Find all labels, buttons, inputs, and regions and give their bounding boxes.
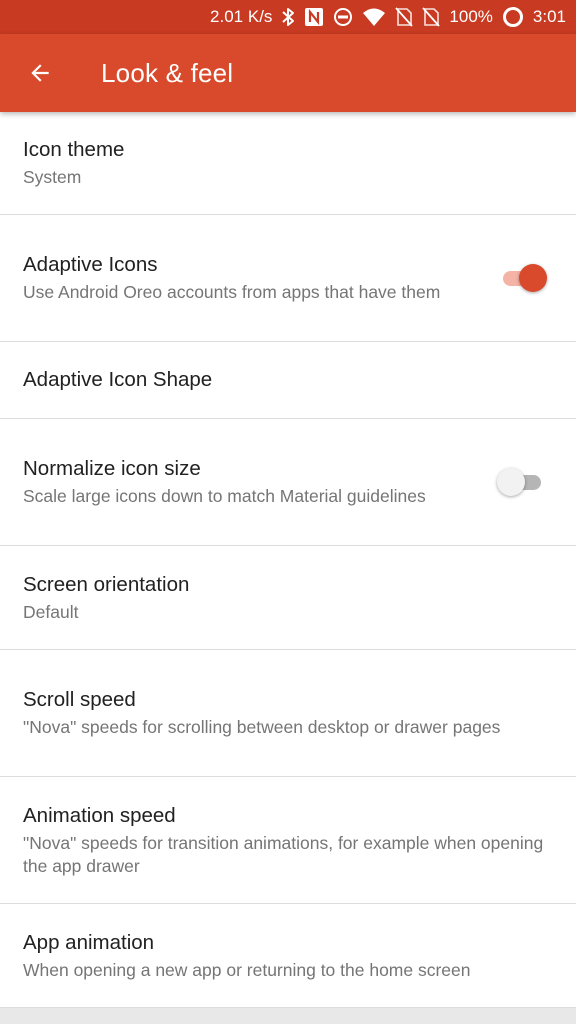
setting-title: Animation speed — [23, 803, 176, 827]
switch-thumb — [497, 468, 525, 496]
setting-title: Adaptive Icon Shape — [23, 368, 213, 391]
wifi-icon — [362, 0, 386, 34]
setting-adaptive-icon-shape[interactable]: Adaptive Icon Shape — [0, 342, 576, 419]
setting-scroll-speed[interactable]: Scroll speed "Nova" speeds for scrolling… — [0, 650, 576, 777]
battery-level: 100% — [449, 7, 493, 26]
page-title: Look & feel — [101, 57, 234, 88]
network-speed: 2.01 K/s — [210, 7, 273, 26]
setting-screen-orientation[interactable]: Screen orientation Default — [0, 546, 576, 650]
setting-title: Adaptive Icons — [23, 253, 158, 276]
setting-normalize-icon-size[interactable]: Normalize icon size Scale large icons do… — [0, 419, 576, 546]
setting-title: Normalize icon size — [23, 457, 201, 480]
settings-list: Icon theme System Adaptive Icons Use And… — [0, 112, 576, 1008]
setting-summary: System — [23, 167, 82, 187]
setting-adaptive-icons[interactable]: Adaptive Icons Use Android Oreo accounts… — [0, 215, 576, 342]
setting-title: Screen orientation — [23, 572, 190, 596]
setting-summary: Default — [23, 601, 79, 622]
adaptive-icons-toggle[interactable] — [497, 264, 547, 292]
clock: 3:01 — [532, 7, 566, 26]
setting-title: Scroll speed — [23, 688, 136, 711]
setting-summary: "Nova" speeds for transition animations,… — [23, 832, 544, 876]
setting-summary: Use Android Oreo accounts from apps that… — [23, 282, 441, 302]
status-bar: 2.01 K/s 100% 3:01 — [0, 0, 576, 34]
battery-icon — [502, 0, 524, 34]
no-sim-icon — [422, 0, 441, 34]
bluetooth-icon — [281, 0, 295, 34]
setting-icon-theme[interactable]: Icon theme System — [0, 112, 576, 215]
switch-thumb — [519, 264, 547, 292]
no-sim-icon — [395, 0, 414, 34]
setting-summary: When opening a new app or returning to t… — [23, 959, 471, 980]
setting-title: App animation — [23, 930, 155, 954]
normalize-icon-size-toggle[interactable] — [497, 468, 547, 496]
setting-title: Icon theme — [23, 138, 125, 161]
setting-app-animation[interactable]: App animation When opening a new app or … — [0, 904, 576, 1008]
setting-animation-speed[interactable]: Animation speed "Nova" speeds for transi… — [0, 777, 576, 904]
arrow-back-icon — [31, 64, 49, 82]
nfc-icon — [304, 0, 324, 34]
setting-summary: "Nova" speeds for scrolling between desk… — [23, 717, 501, 737]
do-not-disturb-icon — [333, 0, 353, 34]
setting-summary: Scale large icons down to match Material… — [23, 486, 426, 506]
back-button[interactable] — [20, 53, 60, 93]
app-bar: Look & feel — [0, 34, 576, 112]
